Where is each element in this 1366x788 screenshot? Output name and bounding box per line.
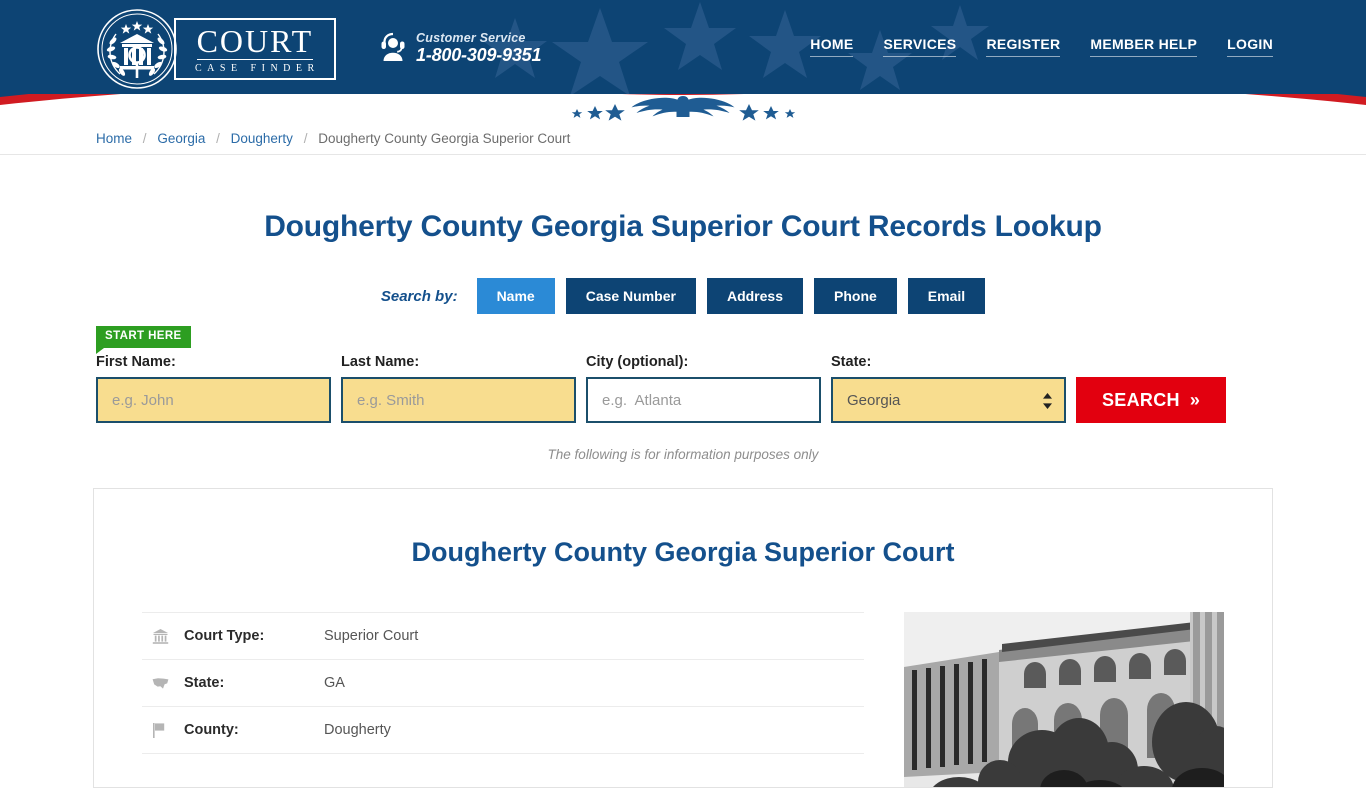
customer-service-phone[interactable]: 1-800-309-9351 (416, 45, 542, 65)
eagle-emblem-icon (571, 96, 796, 121)
breadcrumb-bar: Home / Georgia / Dougherty / Dougherty C… (0, 122, 1366, 155)
search-button-label: SEARCH (1102, 389, 1180, 410)
breadcrumb-separator: / (142, 131, 147, 146)
first-name-label: First Name: (96, 354, 176, 370)
headset-support-icon (379, 31, 407, 66)
site-header: COURT CASE FINDER Customer Service 1-800… (0, 0, 1366, 95)
first-name-field-group: First Name: (96, 354, 331, 423)
main-content: Dougherty County Georgia Superior Court … (93, 210, 1273, 788)
tab-email[interactable]: Email (907, 278, 986, 314)
court-seal-icon (96, 8, 178, 90)
court-info-table: Court Type: Superior Court State: GA Cou… (142, 612, 864, 787)
court-type-label: Court Type: (184, 628, 265, 644)
first-name-input[interactable] (96, 377, 331, 423)
breadcrumb-separator: / (216, 131, 220, 146)
search-by-tabs: Search by: Name Case Number Address Phon… (93, 278, 1273, 314)
city-input[interactable] (586, 377, 821, 423)
flag-icon (152, 722, 184, 738)
nav-item-member-help[interactable]: MEMBER HELP (1090, 36, 1198, 57)
nav-item-services[interactable]: SERVICES (883, 36, 957, 57)
nav-item-register[interactable]: REGISTER (986, 36, 1061, 57)
breadcrumb-item-dougherty[interactable]: Dougherty (231, 131, 293, 146)
breadcrumb: Home / Georgia / Dougherty / Dougherty C… (93, 122, 1273, 155)
logo-sub-text: CASE FINDER (195, 63, 320, 74)
state-select[interactable]: Georgia (831, 377, 1066, 423)
logo-wordmark: COURT CASE FINDER (174, 18, 336, 80)
table-row: County: Dougherty (142, 706, 864, 753)
court-type-value: Superior Court (324, 628, 419, 644)
bank-icon (152, 628, 184, 645)
last-name-input[interactable] (341, 377, 576, 423)
search-by-label: Search by: (380, 287, 458, 305)
table-row-divider (142, 753, 864, 787)
breadcrumb-item-current: Dougherty County Georgia Superior Court (318, 131, 571, 146)
court-name-heading: Dougherty County Georgia Superior Court (411, 537, 955, 567)
customer-service-block: Customer Service 1-800-309-9351 (379, 31, 542, 66)
state-value: GA (324, 675, 345, 691)
county-label: County: (184, 722, 239, 738)
state-label: State: (831, 354, 872, 370)
table-row: State: GA (142, 659, 864, 706)
breadcrumb-item-georgia[interactable]: Georgia (157, 131, 205, 146)
breadcrumb-item-home[interactable]: Home (96, 131, 132, 146)
state-label-row: State: (184, 675, 225, 691)
logo-main-text: COURT (196, 23, 314, 60)
search-button[interactable]: SEARCH » (1076, 377, 1227, 423)
state-field-group: State: Georgia (831, 354, 1066, 423)
customer-service-label: Customer Service (416, 31, 526, 46)
tab-name[interactable]: Name (476, 278, 555, 314)
courthouse-photo (904, 612, 1224, 787)
info-note: The following is for information purpose… (547, 447, 819, 462)
last-name-label: Last Name: (341, 354, 420, 370)
page-title: Dougherty County Georgia Superior Court … (264, 210, 1102, 243)
tab-phone[interactable]: Phone (814, 278, 897, 314)
court-details-card: Dougherty County Georgia Superior Court (93, 488, 1273, 788)
city-field-group: City (optional): (586, 354, 821, 423)
patriotic-banner (0, 94, 1366, 122)
tab-case-number[interactable]: Case Number (565, 278, 696, 314)
city-label: City (optional): (586, 354, 689, 370)
main-navigation: HOME SERVICES REGISTER MEMBER HELP LOGIN (810, 36, 1273, 57)
county-value: Dougherty (324, 722, 391, 738)
double-chevron-right-icon: » (1189, 389, 1201, 410)
tab-address[interactable]: Address (706, 278, 803, 314)
breadcrumb-separator: / (303, 131, 308, 146)
table-row: Court Type: Superior Court (142, 612, 864, 659)
site-logo[interactable]: COURT CASE FINDER (96, 8, 336, 90)
nav-item-home[interactable]: HOME (810, 36, 854, 57)
nav-item-login[interactable]: LOGIN (1227, 36, 1273, 57)
last-name-field-group: Last Name: (341, 354, 576, 423)
start-here-badge: START HERE (96, 326, 191, 354)
search-form: START HERE First Name: Last Name: City (… (93, 326, 1273, 423)
state-map-icon (152, 676, 184, 690)
